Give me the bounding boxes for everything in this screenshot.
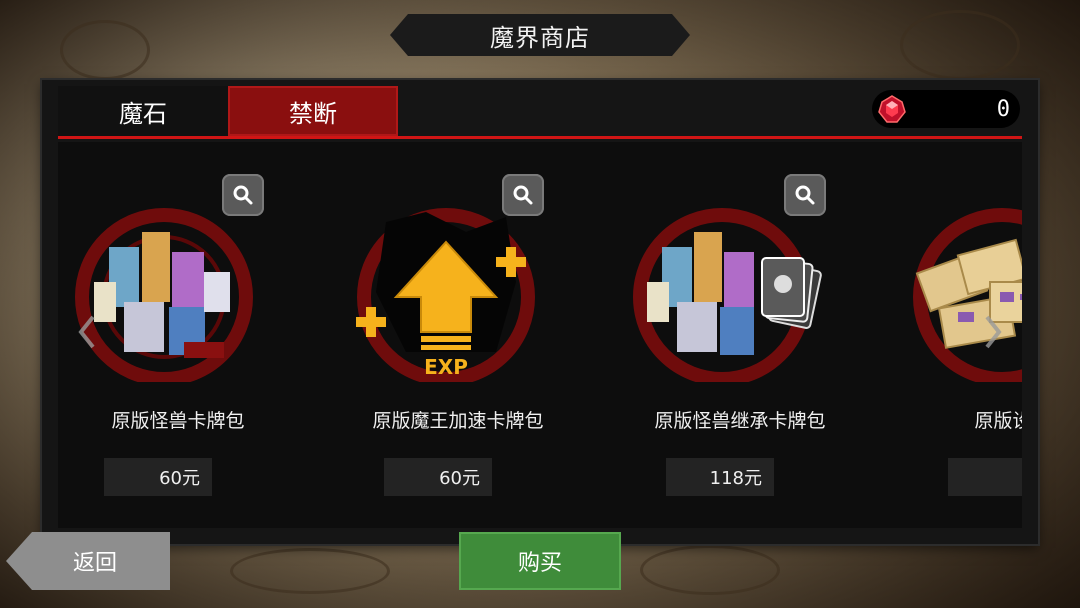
carousel-prev-button[interactable] [72,302,102,362]
item-name: 原版设施卡 [974,410,1022,432]
shop-item-card[interactable]: 原版怪兽继承卡牌包 118元 [620,142,880,528]
shop-title: 魔界商店 [390,14,690,56]
back-button[interactable]: 返回 [6,532,170,590]
magnifier-icon [795,185,815,205]
svg-text:EXP: EXP [424,355,468,379]
item-price: 60 [948,458,1022,496]
exp-up-arrow-icon: EXP [356,208,535,382]
map-doodle [60,20,150,80]
item-name: 原版魔王加速卡牌包 [372,410,544,432]
item-price: 60元 [104,458,212,496]
item-price: 118元 [666,458,774,496]
carousel-next-button[interactable] [978,302,1008,362]
buy-button[interactable]: 购买 [459,532,621,590]
tab-magic-stone[interactable]: 魔石 [58,86,228,136]
chevron-left-icon [78,315,95,349]
item-name: 原版怪兽继承卡牌包 [654,410,826,432]
magnifier-icon [233,185,253,205]
map-doodle [900,10,1020,80]
item-carousel: 原版怪兽卡牌包 60元 EXP 原版魔王加速卡牌包 60元 原版怪兽继承卡牌包 … [58,142,1022,528]
shop-panel: 魔石 禁断 0 原版怪兽卡牌包 60元 EXP 原版魔王加速卡牌包 60元 原版… [42,80,1038,544]
map-doodle [230,548,390,594]
zoom-button[interactable] [222,174,264,216]
tab-underline [58,136,1022,139]
chevron-right-icon [985,315,1002,349]
item-name: 原版怪兽卡牌包 [111,410,245,432]
tab-bar: 魔石 禁断 [58,86,398,136]
tab-forbidden[interactable]: 禁断 [228,86,398,136]
zoom-button[interactable] [502,174,544,216]
currency-display: 0 [872,90,1020,128]
zoom-button[interactable] [784,174,826,216]
magnifier-icon [513,185,533,205]
monster-cards-icon [633,208,822,382]
shop-item-card[interactable]: EXP 原版魔王加速卡牌包 60元 [338,142,598,528]
red-gem-icon [878,95,906,123]
item-price: 60元 [384,458,492,496]
currency-value: 0 [996,96,1010,122]
map-doodle [640,545,780,595]
